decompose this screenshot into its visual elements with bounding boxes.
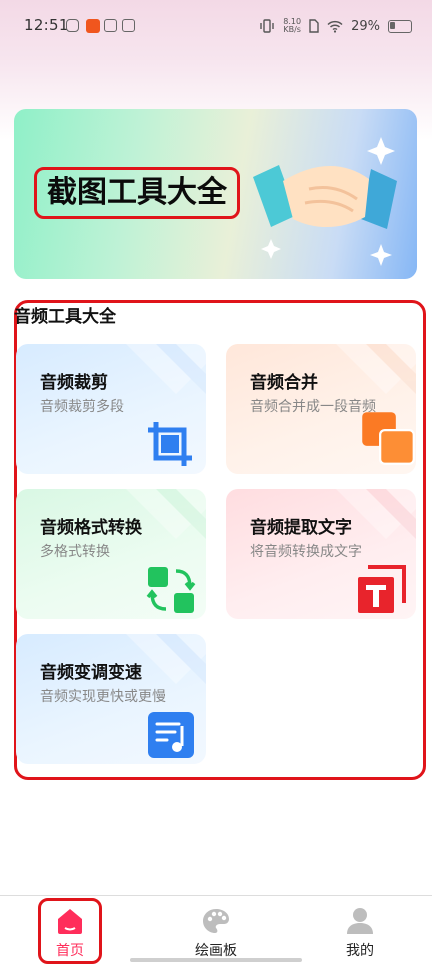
message-notification-icon — [122, 19, 135, 32]
text-extract-icon — [358, 565, 406, 613]
nav-item-drawing-board[interactable]: 绘画板 — [166, 896, 266, 965]
tool-title: 音频变调变速 — [40, 663, 142, 683]
music-list-icon — [148, 712, 194, 758]
tool-card-audio-to-text[interactable]: 音频提取文字 将音频转换成文字 — [226, 489, 416, 619]
status-right: 8.10 KB/s 29% — [259, 16, 412, 36]
tool-title: 音频裁剪 — [40, 373, 108, 393]
tool-card-audio-merge[interactable]: 音频合并 音频合并成一段音频 — [226, 344, 416, 474]
section-title: 音频工具大全 — [14, 307, 116, 327]
tool-title: 音频提取文字 — [250, 518, 352, 538]
screenshot-tools-banner[interactable]: 截图工具大全 — [14, 109, 417, 279]
tool-subtitle: 音频实现更快或更慢 — [40, 689, 166, 705]
banner-title: 截图工具大全 — [34, 167, 240, 219]
tool-subtitle: 音频合并成一段音频 — [250, 399, 376, 415]
home-indicator-bar[interactable] — [130, 958, 302, 962]
status-bar: 12:51 8.10 KB/s 29% — [0, 0, 432, 52]
battery-percent: 29% — [351, 18, 380, 34]
vibrate-icon — [260, 19, 274, 33]
tool-card-audio-crop[interactable]: 音频裁剪 音频裁剪多段 — [16, 344, 206, 474]
nav-label-drawing-board: 绘画板 — [195, 943, 237, 959]
home-highlight-box — [38, 898, 102, 964]
wifi-icon — [327, 20, 343, 33]
tool-card-audio-format-convert[interactable]: 音频格式转换 多格式转换 — [16, 489, 206, 619]
tool-card-audio-pitch-speed[interactable]: 音频变调变速 音频实现更快或更慢 — [16, 634, 206, 764]
nav-item-profile[interactable]: 我的 — [310, 896, 410, 965]
tool-title: 音频格式转换 — [40, 518, 142, 538]
palette-icon — [203, 909, 229, 933]
app-notification-icon — [66, 19, 79, 32]
sim-icon — [309, 19, 319, 33]
network-speed: 8.10 KB/s — [283, 17, 302, 34]
calendar-notification-icon — [104, 19, 117, 32]
merge-icon — [362, 412, 415, 465]
handshake-icon — [253, 137, 397, 266]
tool-title: 音频合并 — [250, 373, 318, 393]
taobao-notification-icon — [86, 19, 100, 33]
battery-icon — [388, 19, 412, 33]
crop-icon — [148, 422, 192, 466]
tool-subtitle: 多格式转换 — [40, 544, 110, 560]
nav-label-profile: 我的 — [346, 943, 374, 959]
tool-subtitle: 音频裁剪多段 — [40, 399, 124, 415]
tool-subtitle: 将音频转换成文字 — [250, 544, 362, 560]
user-icon — [347, 908, 373, 934]
status-time: 12:51 — [24, 16, 69, 34]
convert-icon — [146, 567, 196, 613]
